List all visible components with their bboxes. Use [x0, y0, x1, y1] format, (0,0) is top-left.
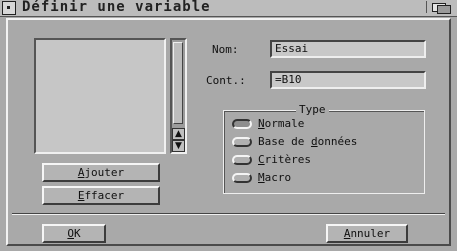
type-group [223, 110, 425, 194]
ok-label-rest: K [74, 227, 81, 240]
radio-label: Normale [258, 117, 305, 130]
cancel-button[interactable]: Annuler [326, 224, 408, 243]
radio-button[interactable] [232, 155, 252, 165]
variable-list[interactable] [34, 38, 166, 154]
radio-label: Critères [258, 153, 311, 166]
cancel-label-rest: nnuler [350, 227, 391, 240]
radio-button[interactable] [232, 173, 252, 183]
close-icon[interactable] [2, 1, 16, 15]
radio-label: Base de données [258, 135, 358, 148]
radio-label: Macro [258, 171, 292, 184]
delete-label-rest: ffacer [84, 189, 125, 202]
window-title: Définir une variable [22, 0, 211, 15]
separator [12, 213, 445, 215]
down-arrow-icon[interactable]: ▼ [172, 140, 185, 152]
depth-arrange-icon[interactable] [426, 1, 453, 14]
ok-button[interactable]: OK [42, 224, 106, 243]
name-field[interactable]: Essai [270, 40, 426, 58]
scroll-knob[interactable] [173, 42, 183, 124]
add-label-rest: jouter [84, 166, 125, 179]
type-group-legend: Type [296, 103, 329, 116]
delete-button[interactable]: Effacer [42, 186, 160, 205]
content-label: Cont.: [206, 74, 246, 87]
up-arrow-icon[interactable]: ▲ [172, 128, 185, 140]
radio-button[interactable] [232, 137, 252, 147]
add-button[interactable]: Ajouter [42, 163, 160, 182]
content-field[interactable]: =B10 [270, 71, 426, 89]
ok-accesskey: O [67, 227, 74, 240]
name-label: Nom: [212, 43, 239, 56]
radio-button-selected[interactable] [232, 119, 252, 129]
title-bar[interactable]: Définir une variable [0, 0, 457, 17]
